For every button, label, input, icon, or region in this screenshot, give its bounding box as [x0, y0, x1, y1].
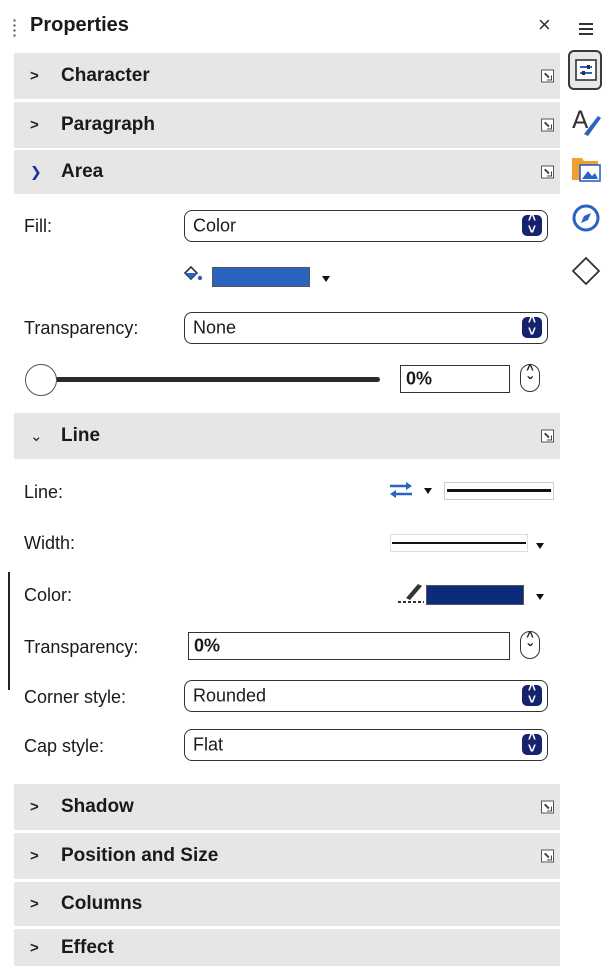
- properties-panel: Properties × > Character > Paragraph ❯ A…: [0, 0, 565, 966]
- line-style-preview[interactable]: [444, 482, 554, 500]
- section-label: Character: [61, 65, 150, 86]
- section-label: Area: [61, 161, 104, 182]
- section-position-size[interactable]: > Position and Size: [14, 833, 560, 879]
- section-label: Line: [61, 425, 101, 446]
- section-character[interactable]: > Character: [14, 53, 560, 99]
- corner-style-label: Corner style:: [24, 687, 127, 707]
- more-options-icon[interactable]: [541, 849, 554, 863]
- transparency-slider-track[interactable]: [44, 377, 380, 382]
- menu-icon[interactable]: [573, 16, 599, 42]
- shapes-icon[interactable]: [571, 256, 601, 286]
- section-label: Position and Size: [61, 845, 219, 866]
- area-transparency-select[interactable]: None: [184, 311, 548, 344]
- more-options-icon[interactable]: [541, 800, 554, 814]
- gallery-icon[interactable]: [570, 152, 602, 184]
- spin-icon: [522, 311, 542, 339]
- chevron-right-icon: >: [30, 939, 39, 956]
- svg-text:A: A: [572, 106, 589, 134]
- close-icon[interactable]: ×: [538, 12, 551, 38]
- line-color-label: Color:: [24, 585, 73, 605]
- divider: [8, 572, 10, 690]
- area-transparency-stepper[interactable]: [520, 362, 540, 393]
- cap-style-select[interactable]: Flat: [184, 728, 548, 761]
- properties-icon: [575, 59, 597, 81]
- arrow-style-icon[interactable]: [388, 480, 416, 500]
- panel-title: Properties: [30, 14, 129, 36]
- section-label: Effect: [61, 936, 114, 958]
- chevron-right-icon: >: [30, 798, 39, 816]
- chevron-down-icon[interactable]: [536, 594, 544, 600]
- section-label: Shadow: [61, 796, 134, 817]
- fill-color-swatch[interactable]: [212, 267, 310, 287]
- more-options-icon[interactable]: [541, 69, 554, 83]
- line-width-preview[interactable]: [390, 534, 528, 552]
- fill-select[interactable]: Color: [184, 209, 548, 242]
- panel-titlebar: Properties ×: [0, 0, 565, 52]
- area-transparency-value: None: [193, 317, 237, 338]
- styles-icon[interactable]: A: [570, 106, 602, 138]
- section-columns[interactable]: > Columns: [14, 882, 560, 926]
- cap-style-label: Cap style:: [24, 736, 105, 756]
- chevron-down-icon: ⌄: [30, 428, 43, 445]
- line-style-label: Line:: [24, 482, 64, 502]
- width-label: Width:: [24, 533, 76, 553]
- line-transparency-value: 0%: [194, 635, 221, 656]
- line-transparency-label: Transparency:: [24, 637, 139, 657]
- corner-style-select[interactable]: Rounded: [184, 679, 548, 712]
- spin-icon: [522, 209, 542, 237]
- chevron-right-icon: >: [30, 67, 39, 85]
- section-label: Paragraph: [61, 114, 155, 135]
- more-options-icon[interactable]: [541, 118, 554, 132]
- chevron-right-icon: >: [30, 116, 39, 134]
- section-label: Columns: [61, 893, 143, 914]
- cap-style-value: Flat: [193, 734, 224, 755]
- navigator-icon[interactable]: [572, 204, 600, 232]
- line-color-swatch[interactable]: [426, 585, 524, 605]
- area-transparency-label: Transparency:: [24, 318, 139, 338]
- chevron-down-icon[interactable]: [424, 488, 432, 494]
- fill-value: Color: [193, 215, 237, 236]
- chevron-right-icon: >: [30, 895, 39, 913]
- line-transparency-field[interactable]: 0%: [188, 632, 510, 660]
- section-shadow[interactable]: > Shadow: [14, 784, 560, 830]
- transparency-slider-thumb[interactable]: [25, 364, 57, 396]
- chevron-right-icon: >: [30, 847, 39, 865]
- area-transparency-field[interactable]: 0%: [400, 365, 510, 393]
- spin-icon: [522, 728, 542, 756]
- more-options-icon[interactable]: [541, 429, 554, 443]
- corner-style-value: Rounded: [193, 685, 267, 706]
- paint-bucket-icon[interactable]: [182, 263, 206, 287]
- sidebar-tabbar: A: [565, 0, 605, 966]
- section-paragraph[interactable]: > Paragraph: [14, 102, 560, 148]
- section-area[interactable]: ❯ Area: [14, 150, 560, 194]
- line-transparency-stepper[interactable]: [520, 629, 540, 660]
- chevron-down-icon[interactable]: [536, 543, 544, 549]
- more-options-icon[interactable]: [541, 165, 554, 179]
- slider-value: 0%: [406, 368, 433, 389]
- chevron-down-icon[interactable]: [322, 276, 330, 282]
- grip-handle[interactable]: [13, 18, 16, 38]
- fill-label: Fill:: [24, 216, 52, 236]
- chevron-down-icon: ❯: [30, 163, 42, 180]
- line-color-icon[interactable]: [396, 580, 426, 606]
- spin-icon: [522, 679, 542, 707]
- section-line[interactable]: ⌄ Line: [14, 413, 560, 459]
- section-effect[interactable]: > Effect: [14, 929, 560, 966]
- tab-properties[interactable]: [568, 50, 602, 90]
